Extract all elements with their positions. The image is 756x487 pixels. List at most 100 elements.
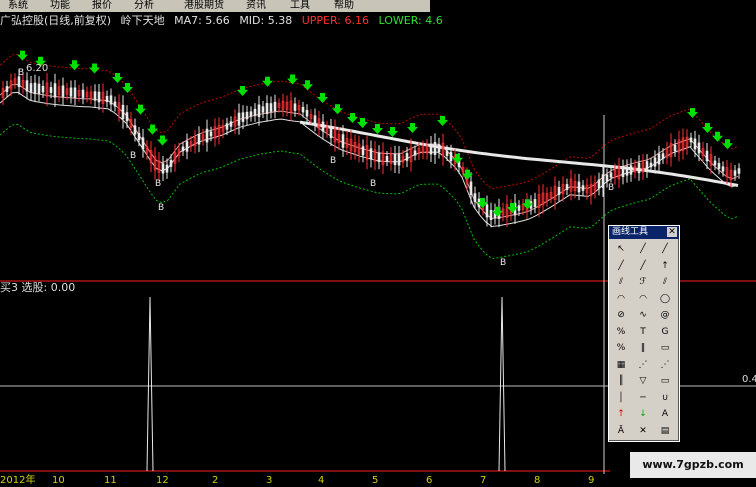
candle-body [141,137,145,150]
drawing-toolbox[interactable]: 画线工具 ✕ ↖ ╱ ╱ ╱ ╱ ↑ ⫽ ℱ ⫽ ◠ ◠ ◯ ⊘ ∿ @% T G% ‖ ▭ ▦ ⋰ ⋰ ║ ▽ ▭ │ ─ ∪ ↑ ↓ A… [608,225,680,452]
delete-icon[interactable]: ✕ [635,425,651,437]
time-zone-icon[interactable]: ║ [613,375,629,387]
ellipse-icon[interactable]: ⊘ [613,309,629,321]
candle-body [533,199,537,207]
menu-item-0[interactable]: 系统 [8,0,28,12]
candle-body [689,137,693,143]
fan-icon[interactable]: ⋰ [635,359,651,371]
channel-icon[interactable]: ⫽ [657,276,673,288]
text-a-icon[interactable]: A [657,408,673,420]
signal-spike [146,296,154,472]
candle-body [321,121,325,132]
text-a2-icon[interactable]: Ā [613,425,629,437]
menu-item-5[interactable]: 资讯 [246,0,266,12]
down-arrow-icon [372,124,383,134]
candle-body [25,80,29,92]
candle-body [581,185,585,191]
candle-body [269,103,273,112]
paint-icon[interactable]: ▤ [657,425,673,437]
candle-body [181,146,185,152]
down-arrow-icon [147,124,158,135]
candle-body [737,168,741,174]
menu-item-4[interactable]: 港股期货 [184,0,224,12]
triangle-icon[interactable]: ▽ [635,375,651,387]
date-axis-label: 8 [534,475,541,486]
candle-body [29,83,33,93]
buy-label: B [130,151,136,161]
down-arrow-icon [302,80,313,91]
upper-value: UPPER: 6.16 [301,14,369,27]
parallel-icon[interactable]: ⫽ [613,276,629,288]
candle-body [437,144,441,153]
gold-ratio-icon[interactable]: G [657,326,673,338]
down-arrow-icon [357,118,368,128]
candle-body [113,101,117,107]
candle-body [385,156,389,162]
menu-item-7[interactable]: 帮助 [334,0,354,12]
fibonacci-icon[interactable]: ℱ [635,276,651,288]
candle-body [361,146,365,156]
rect-icon[interactable]: ▭ [657,375,673,387]
close-icon[interactable]: ✕ [667,227,677,237]
candle-body [261,106,265,113]
down-arrow-icon [157,135,168,146]
box-icon[interactable]: ▭ [657,342,673,354]
sine-icon[interactable]: ∿ [635,309,651,321]
segment-icon[interactable]: ╱ [613,260,629,272]
candle-body [449,151,453,162]
candle-body [517,205,521,211]
toolbox-title-text: 画线工具 [612,227,649,237]
ma7-value: MA7: 5.66 [174,14,230,27]
speed-line-icon[interactable]: ⋰ [657,359,673,371]
down-arrow-icon [89,63,100,74]
up-arrow-icon[interactable]: ↑ [657,260,673,272]
cycle-icon[interactable]: ∪ [657,392,673,404]
vline-icon[interactable]: │ [613,392,629,404]
candle-body [209,131,213,137]
candle-body [93,91,97,101]
gann-icon[interactable]: ◠ [613,293,629,305]
spiral-icon[interactable]: @ [657,309,673,321]
watermark: www.7gpzb.com [630,452,756,478]
menu-item-6[interactable]: 工具 [290,0,310,12]
buy-label: B [158,203,164,213]
candle-body [649,162,653,168]
ray-icon[interactable]: ╱ [657,243,673,255]
candle-body [33,82,37,94]
buy-label: B [370,179,376,189]
period-icon[interactable]: ‖ [635,342,651,354]
date-axis-label: 11 [104,475,117,486]
circle-icon[interactable]: ◯ [657,293,673,305]
text-icon[interactable]: T [635,326,651,338]
grid-icon[interactable]: ▦ [613,359,629,371]
menu-item-3[interactable]: 分析 [134,0,154,12]
indicator-name: 岭下天地 [120,14,165,27]
candle-body [301,107,305,113]
date-axis-label: 7 [480,475,487,486]
menu-item-2[interactable]: 报价 [92,0,112,12]
candle-body [5,86,9,92]
candle-body [121,104,125,120]
candle-body [49,87,53,93]
candle-body [17,76,21,87]
candlesticks [1,68,741,228]
extend-icon[interactable]: ╱ [635,260,651,272]
save-icon[interactable]: ▦ [613,441,629,453]
candle-body [53,83,57,98]
stock-title: 广弘控股(日线,前复权) [0,14,112,27]
select-arrow-icon[interactable]: ↖ [613,243,629,255]
arc-icon[interactable]: ◠ [635,293,651,305]
candle-body [429,143,433,155]
hline-icon[interactable]: ─ [635,392,651,404]
candle-body [305,109,309,117]
candle-body [445,150,449,156]
down-mark-icon[interactable]: ↓ [635,408,651,420]
price-label-icon[interactable]: % [613,326,629,338]
down-arrow-icon [287,74,298,85]
toolbox-title[interactable]: 画线工具 ✕ [609,226,679,239]
up-mark-icon[interactable]: ↑ [613,408,629,420]
menu-item-1[interactable]: 功能 [50,0,70,12]
percent-icon[interactable]: % [613,342,629,354]
line-icon[interactable]: ╱ [635,243,651,255]
date-axis-label: 4 [318,475,325,486]
